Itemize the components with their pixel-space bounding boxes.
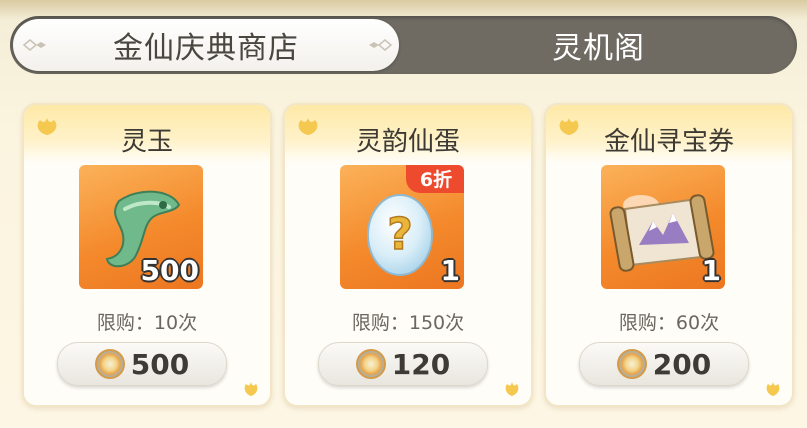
tab-label: 灵机阁 xyxy=(552,31,645,66)
discount-badge: 6折 xyxy=(406,165,464,193)
buy-button[interactable]: 200 xyxy=(579,342,749,386)
purchase-limit: 限购：150次 xyxy=(351,312,465,334)
buy-button[interactable]: 120 xyxy=(318,342,488,386)
shop-item-card[interactable]: 灵玉 500 限购：10次 500 xyxy=(22,103,272,407)
spirit-coin-icon xyxy=(616,349,647,379)
shop-item-card[interactable]: 灵韵仙蛋 ? 6折 1 限购：150次 120 xyxy=(283,103,533,407)
spirit-coin-icon xyxy=(94,349,125,379)
svg-text:?: ? xyxy=(387,209,413,260)
ornament-icon xyxy=(369,39,393,51)
ginkgo-leaf-icon xyxy=(766,382,780,396)
ornament-icon xyxy=(22,39,46,51)
tab-lingji-pavilion[interactable]: 灵机阁 xyxy=(402,19,795,71)
buy-button[interactable]: 500 xyxy=(57,342,227,386)
purchase-limit: 限购：60次 xyxy=(618,312,720,334)
tab-festival-shop[interactable]: 金仙庆典商店 xyxy=(13,19,399,71)
shop-item-card[interactable]: 金仙寻宝券 1 限购：60次 200 xyxy=(544,103,794,407)
item-name: 灵玉 xyxy=(120,127,173,157)
item-quantity: 500 xyxy=(140,254,199,287)
purchase-limit: 限购：10次 xyxy=(96,312,198,334)
price: 200 xyxy=(652,347,712,381)
item-name: 灵韵仙蛋 xyxy=(355,127,460,157)
tab-label: 金仙庆典商店 xyxy=(113,31,299,66)
item-quantity: 1 xyxy=(440,254,460,287)
price: 500 xyxy=(130,347,190,381)
item-image[interactable]: 1 xyxy=(601,165,725,289)
item-image[interactable]: ? 6折 1 xyxy=(340,165,464,289)
ginkgo-leaf-icon xyxy=(505,382,519,396)
item-quantity: 1 xyxy=(701,254,721,287)
price: 120 xyxy=(391,347,451,381)
item-image[interactable]: 500 xyxy=(79,165,203,289)
spirit-coin-icon xyxy=(355,349,386,379)
ginkgo-leaf-icon xyxy=(244,382,258,396)
item-name: 金仙寻宝券 xyxy=(603,127,734,157)
